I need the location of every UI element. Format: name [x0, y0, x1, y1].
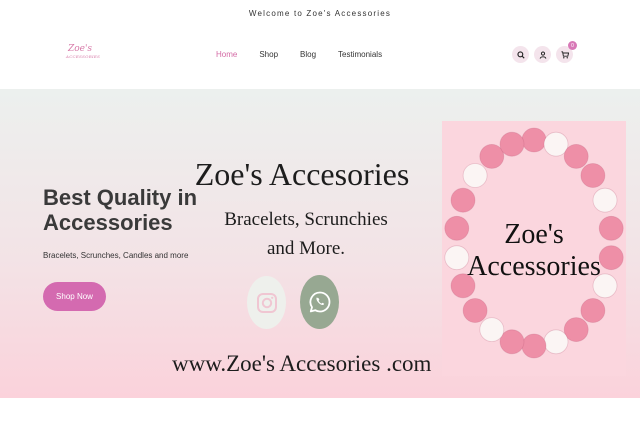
bead: [580, 298, 606, 323]
bead: [521, 333, 547, 359]
promo-text: Zoe's Accessories: [442, 219, 626, 283]
search-button[interactable]: [512, 46, 529, 63]
bead: [479, 317, 505, 343]
main-nav: Home Shop Blog Testimonials: [216, 50, 404, 59]
search-icon: [516, 50, 525, 59]
bead: [462, 298, 488, 323]
welcome-text: Welcome to Zoe's Accessories: [248, 8, 392, 18]
site-header: Zoe's ACCESSORIES Home Shop Blog Testimo…: [0, 26, 640, 88]
nav-blog[interactable]: Blog: [300, 50, 316, 59]
bead: [499, 131, 525, 157]
user-icon: [539, 50, 546, 59]
instagram-link[interactable]: [247, 276, 286, 329]
nav-home[interactable]: Home: [216, 50, 237, 59]
bead: [543, 329, 569, 355]
bead: [580, 163, 606, 188]
nav-testimonials[interactable]: Testimonials: [338, 50, 382, 59]
hero-subtitle: Bracelets, Scrunches, Candles and more: [43, 251, 189, 260]
logo-text: Zoe's: [67, 44, 93, 54]
bead: [450, 187, 476, 213]
promo-line1: Zoe's: [504, 219, 564, 250]
bead: [592, 187, 618, 213]
whatsapp-link[interactable]: [300, 275, 339, 329]
shop-now-button[interactable]: Shop Now: [43, 282, 106, 311]
site-logo[interactable]: Zoe's ACCESSORIES: [66, 44, 101, 68]
cart-count-badge: 0: [568, 41, 577, 50]
hero-section: Best Quality in Accessories Bracelets, S…: [0, 89, 640, 398]
website-url: www.Zoe's Accesories .com: [172, 351, 432, 376]
instagram-icon: [256, 292, 277, 313]
banner-tagline-line2: and More.: [266, 238, 346, 259]
logo-tagline: ACCESSORIES: [66, 54, 101, 59]
bracelet-promo-image: Zoe's Accessories: [442, 121, 626, 376]
bead: [563, 144, 589, 169]
banner-brand-title: Zoe's Accesories: [194, 156, 410, 192]
bead: [521, 127, 547, 153]
whatsapp-icon: [309, 291, 330, 313]
bead: [462, 163, 488, 188]
announcement-bar: Welcome to Zoe's Accessories: [0, 0, 640, 26]
promo-line2: Accessories: [467, 251, 601, 282]
banner-tagline: Bracelets, Scrunchies and More.: [210, 205, 402, 263]
cart-button[interactable]: 0: [556, 41, 577, 63]
account-button[interactable]: [534, 46, 551, 63]
nav-shop[interactable]: Shop: [259, 50, 278, 59]
cart-icon: [560, 50, 569, 59]
banner-tagline-line1: Bracelets, Scrunchies: [224, 209, 388, 230]
header-actions: 0: [512, 41, 577, 63]
page-bottom-area: [0, 398, 640, 426]
